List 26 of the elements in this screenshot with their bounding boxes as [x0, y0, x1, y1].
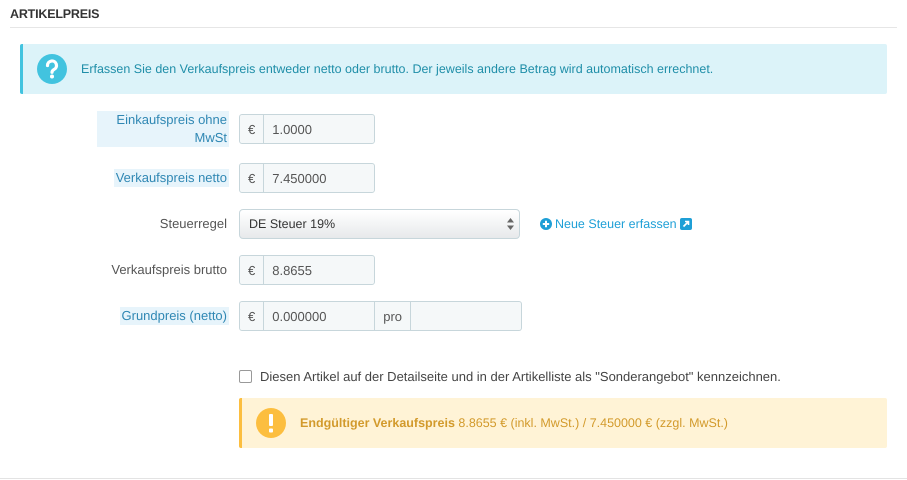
field-label: Verkaufspreis brutto — [110, 261, 228, 279]
field-label: Grundpreis (netto) — [120, 307, 229, 325]
field-label: Verkaufspreis netto — [114, 169, 229, 187]
price-field[interactable]: € 7.450000 — [239, 163, 376, 193]
select-arrows-icon — [507, 218, 514, 230]
tax-rule-select[interactable]: DE Steuer 19% — [239, 209, 520, 239]
currency-addon: € — [240, 115, 264, 143]
currency-addon: € — [240, 256, 264, 284]
unit-input[interactable] — [411, 301, 522, 331]
panel-title: ARTIKELPREIS — [10, 7, 100, 21]
currency-addon: € — [240, 302, 264, 330]
price-field[interactable]: € 0.000000 — [239, 301, 376, 331]
field-label: Steuerregel — [158, 215, 228, 233]
currency-addon: € — [240, 164, 264, 192]
exclamation-icon — [256, 408, 286, 438]
question-icon — [37, 54, 67, 84]
final-price-text: Endgültiger Verkaufspreis 8.8655 € (inkl. MwSt.) / 7.450000 € (zzgl. MwSt.) — [300, 416, 728, 430]
special-offer-label: Diesen Artikel auf der Detailseite und in der Artikelliste als "Sonderangebot" kennzeichnen. — [260, 369, 781, 384]
info-text: Erfassen Sie den Verkaufspreis entweder netto oder brutto. Der jeweils andere Betrag wird automatisch errechnet. — [81, 62, 714, 76]
unit-addon: pro — [375, 301, 412, 331]
external-link-icon — [680, 218, 692, 230]
price-field[interactable]: € 1.0000 — [239, 114, 376, 144]
price-field[interactable]: € 8.8655 — [239, 255, 376, 285]
field-label: Einkaufspreis ohne MwSt — [97, 111, 229, 147]
checkbox[interactable] — [239, 370, 252, 383]
plus-circle-icon — [540, 218, 552, 230]
